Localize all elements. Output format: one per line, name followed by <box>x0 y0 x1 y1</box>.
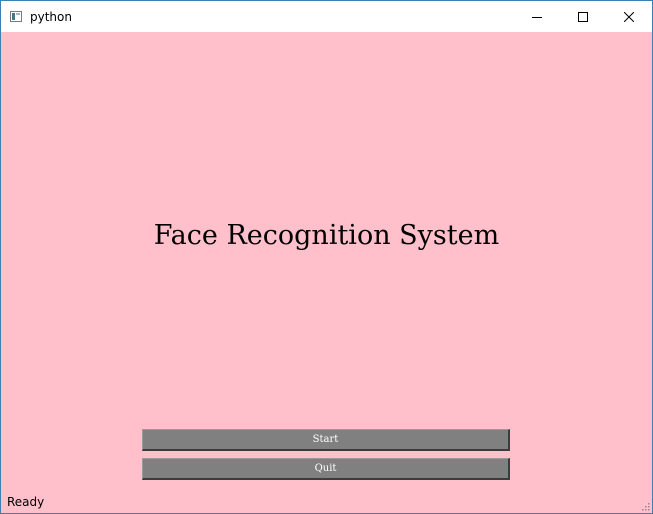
maximize-button[interactable] <box>560 1 606 32</box>
start-button[interactable]: Start <box>142 429 510 451</box>
close-icon <box>624 11 634 22</box>
maximize-icon <box>578 11 588 22</box>
close-button[interactable] <box>606 1 652 32</box>
main-panel: Face Recognition System Start Quit Ready <box>1 32 652 513</box>
python-window-icon <box>10 11 22 22</box>
status-bar: Ready <box>1 491 652 513</box>
minimize-button[interactable] <box>514 1 560 32</box>
app-window: python Face Recognition System Start Qui… <box>0 0 653 514</box>
size-grip-icon[interactable] <box>640 501 650 511</box>
page-title: Face Recognition System <box>153 220 500 251</box>
title-bar[interactable]: python <box>1 1 652 32</box>
status-text: Ready <box>7 495 45 509</box>
quit-button[interactable]: Quit <box>142 458 510 480</box>
window-title: python <box>30 10 72 24</box>
minimize-icon <box>532 16 542 18</box>
